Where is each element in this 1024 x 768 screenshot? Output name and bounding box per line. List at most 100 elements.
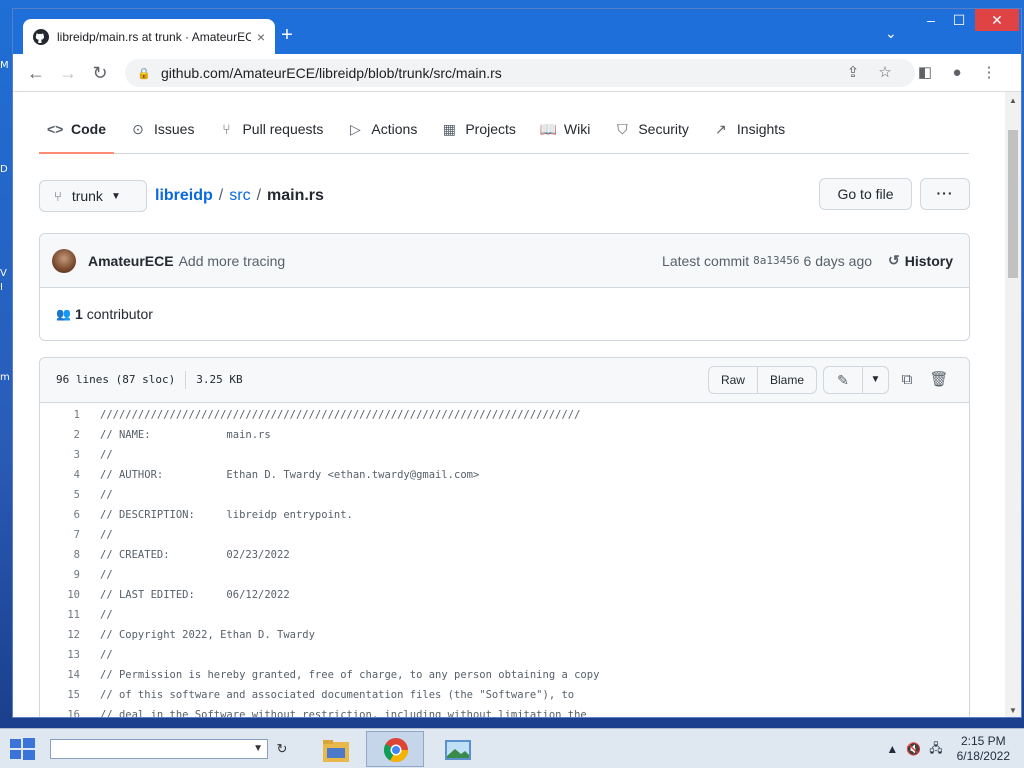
commit-message[interactable]: Add more tracing bbox=[179, 253, 286, 269]
tab-issues[interactable]: ⊙ Issues bbox=[122, 105, 202, 153]
code-line: 13 // bbox=[40, 645, 969, 665]
desktop-icon-fragment[interactable]: D bbox=[0, 164, 12, 175]
line-number[interactable]: 8 bbox=[40, 545, 80, 565]
line-content: // bbox=[100, 609, 113, 621]
contributors-count: 1 bbox=[74, 306, 83, 322]
contributors-row[interactable]: 👥 1 contributor bbox=[40, 288, 969, 340]
line-content: // Permission is hereby granted, free of… bbox=[100, 669, 600, 681]
edit-group: ✎ ▼ bbox=[823, 366, 889, 394]
line-content: // bbox=[100, 649, 113, 661]
bookmark-star-icon[interactable]: ☆ bbox=[873, 59, 897, 87]
windows-start-icon[interactable] bbox=[8, 737, 36, 761]
side-panel-icon[interactable]: ◧ bbox=[913, 59, 937, 87]
avatar[interactable] bbox=[52, 248, 76, 273]
line-number[interactable]: 15 bbox=[40, 685, 80, 705]
latest-commit-box: AmateurECE Add more tracing Latest commi… bbox=[39, 233, 970, 341]
close-window-button[interactable]: ✕ bbox=[975, 9, 1019, 31]
file-explorer-app[interactable] bbox=[306, 731, 364, 767]
scroll-up-icon[interactable]: ▲ bbox=[1005, 96, 1021, 105]
line-number[interactable]: 11 bbox=[40, 605, 80, 625]
line-number[interactable]: 5 bbox=[40, 485, 80, 505]
pencil-icon[interactable]: ✎ bbox=[823, 366, 863, 394]
tab-wiki[interactable]: 📖 Wiki bbox=[532, 105, 598, 153]
desktop-icon-fragment[interactable]: I bbox=[0, 282, 12, 293]
dropdown-icon[interactable]: ▼ bbox=[253, 740, 263, 758]
chrome-app[interactable] bbox=[366, 731, 424, 767]
back-arrow-icon[interactable]: ← bbox=[23, 60, 49, 86]
line-number[interactable]: 9 bbox=[40, 565, 80, 585]
line-number[interactable]: 1 bbox=[40, 405, 80, 425]
line-number[interactable]: 13 bbox=[40, 645, 80, 665]
repo-nav: <> Code ⊙ Issues ⑂ Pull requests ▷ Actions ▦… bbox=[39, 92, 969, 154]
tab-actions[interactable]: ▷ Actions bbox=[339, 105, 425, 153]
network-icon[interactable]: 🖧 bbox=[929, 739, 942, 760]
browser-titlebar: libreidp/main.rs at trunk · AmateurECE ×… bbox=[13, 9, 1021, 55]
caret-down-icon[interactable]: ▼ bbox=[863, 366, 889, 394]
issue-icon: ⊙ bbox=[132, 120, 144, 137]
refresh-icon[interactable]: ↻ bbox=[272, 739, 292, 759]
line-number[interactable]: 6 bbox=[40, 505, 80, 525]
desktop-icon-fragment[interactable]: V bbox=[0, 268, 12, 279]
history-icon: ↺ bbox=[888, 252, 900, 268]
line-number[interactable]: 3 bbox=[40, 445, 80, 465]
line-number[interactable]: 7 bbox=[40, 525, 80, 545]
desktop-icon-fragment[interactable]: M bbox=[0, 60, 12, 71]
line-number[interactable]: 10 bbox=[40, 585, 80, 605]
system-tray: ▲ 🔇 🖧 2:15 PM 6/18/2022 bbox=[878, 729, 1010, 768]
shield-icon: ⛉ bbox=[617, 120, 628, 137]
browser-toolbar: ← → ↻ 🔒 github.com/AmateurECE/libreidp/b… bbox=[13, 54, 1021, 92]
trash-icon[interactable]: 🗑 bbox=[925, 366, 953, 394]
address-bar[interactable]: 🔒 github.com/AmateurECE/libreidp/blob/tr… bbox=[125, 59, 915, 87]
minimize-button[interactable]: – bbox=[917, 9, 945, 31]
people-icon: 👥 bbox=[56, 307, 71, 321]
scroll-down-icon[interactable]: ▼ bbox=[1005, 706, 1021, 715]
commit-sha[interactable]: 8a13456 bbox=[753, 254, 799, 267]
tab-search-icon[interactable]: ⌄ bbox=[885, 25, 897, 42]
commit-author[interactable]: AmateurECE bbox=[88, 253, 174, 269]
clock-date: 6/18/2022 bbox=[956, 749, 1010, 763]
desktop-icon-fragment[interactable]: m bbox=[0, 372, 12, 383]
volume-muted-icon[interactable]: 🔇 bbox=[906, 742, 921, 756]
image-viewer-app[interactable] bbox=[428, 731, 486, 767]
breadcrumb-dir[interactable]: src bbox=[229, 187, 250, 205]
clock[interactable]: 2:15 PM 6/18/2022 bbox=[957, 734, 1010, 764]
forward-arrow-icon[interactable]: → bbox=[55, 60, 81, 86]
file-header: 96 lines (87 sloc) 3.25 KB Raw Blame ✎ ▼ … bbox=[40, 358, 969, 403]
github-icon bbox=[33, 29, 49, 45]
line-number[interactable]: 16 bbox=[40, 705, 80, 717]
go-to-file-button[interactable]: Go to file bbox=[819, 178, 912, 210]
page-scrollbar[interactable]: ▲ ▼ bbox=[1005, 92, 1021, 717]
more-options-button[interactable]: ··· bbox=[920, 178, 970, 210]
copy-icon[interactable]: ⧉ bbox=[893, 366, 921, 394]
tray-expand-icon[interactable]: ▲ bbox=[886, 742, 898, 756]
line-number[interactable]: 14 bbox=[40, 665, 80, 685]
file-actions: Raw Blame ✎ ▼ ⧉ 🗑 bbox=[707, 366, 953, 394]
share-icon[interactable]: ⇪ bbox=[841, 59, 865, 87]
tab-insights[interactable]: ↗ Insights bbox=[705, 105, 793, 153]
tab-projects[interactable]: ▦ Projects bbox=[433, 105, 524, 153]
tab-close-icon[interactable]: × bbox=[257, 29, 265, 45]
scrollbar-thumb[interactable] bbox=[1008, 130, 1018, 278]
line-number[interactable]: 12 bbox=[40, 625, 80, 645]
new-tab-button[interactable]: + bbox=[275, 23, 299, 47]
browser-tab[interactable]: libreidp/main.rs at trunk · AmateurECE × bbox=[23, 19, 275, 55]
maximize-button[interactable]: ☐ bbox=[945, 9, 973, 31]
breadcrumb-repo[interactable]: libreidp bbox=[155, 187, 213, 205]
tab-security[interactable]: ⛉ Security bbox=[606, 105, 697, 153]
branch-selector[interactable]: ⑂ trunk ▼ bbox=[39, 180, 147, 212]
tab-code[interactable]: <> Code bbox=[39, 105, 114, 154]
tab-pull-requests[interactable]: ⑂ Pull requests bbox=[210, 105, 331, 153]
raw-button[interactable]: Raw bbox=[707, 366, 758, 394]
chrome-menu-icon[interactable]: ⋮ bbox=[977, 59, 1001, 87]
chrome-icon bbox=[383, 738, 408, 763]
url-text[interactable]: github.com/AmateurECE/libreidp/blob/trun… bbox=[161, 65, 502, 81]
branch-icon: ⑂ bbox=[54, 188, 62, 204]
profile-icon[interactable]: ● bbox=[945, 59, 969, 87]
reload-icon[interactable]: ↻ bbox=[87, 60, 113, 86]
history-link[interactable]: ↺ History bbox=[888, 252, 953, 269]
taskbar-address-field[interactable]: ▼ bbox=[50, 739, 268, 759]
contributors-label: contributor bbox=[86, 306, 153, 322]
line-number[interactable]: 4 bbox=[40, 465, 80, 485]
blame-button[interactable]: Blame bbox=[757, 366, 817, 394]
line-number[interactable]: 2 bbox=[40, 425, 80, 445]
